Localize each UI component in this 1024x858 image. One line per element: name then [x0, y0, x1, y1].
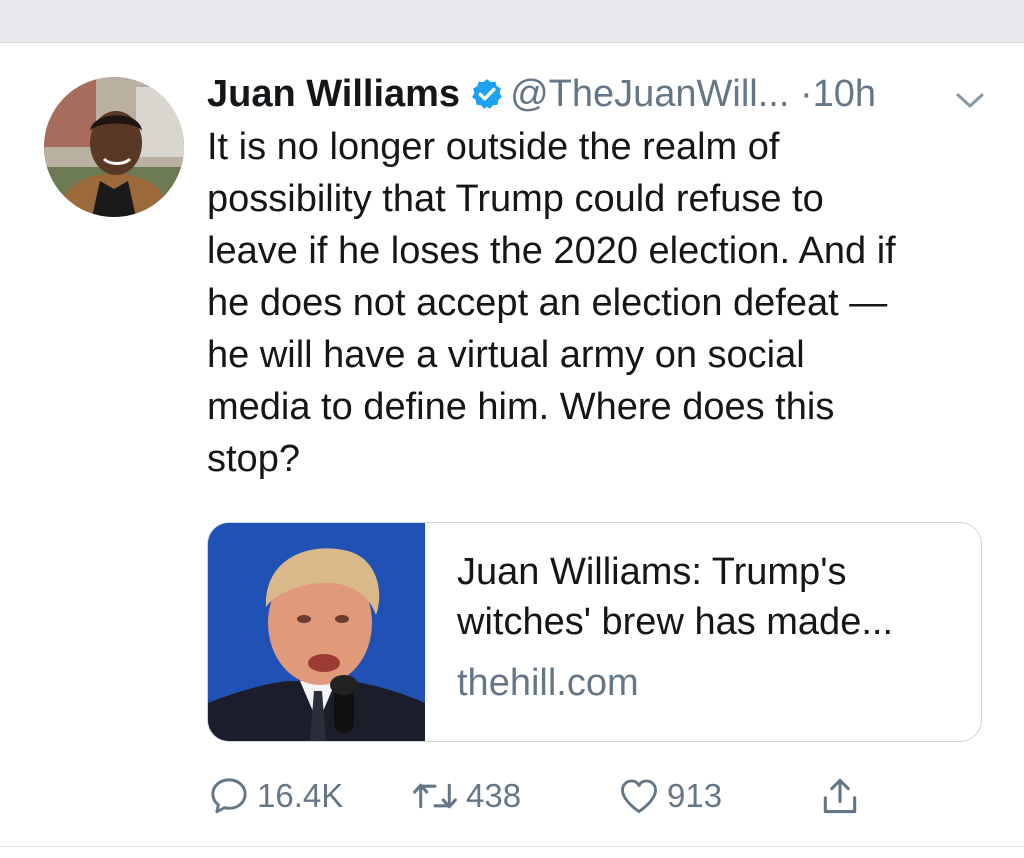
link-preview-title: Juan Williams: Trump's witches' brew has…	[457, 551, 893, 643]
tweet-text: It is no longer outside the realm of pos…	[207, 126, 896, 480]
author-name[interactable]: Juan Williams	[207, 73, 460, 115]
tweet-actions: 16.4K 438 913	[0, 768, 1024, 824]
divider	[0, 846, 1024, 847]
tweet[interactable]: Juan Williams @TheJuanWill... ·10h It is…	[0, 43, 1024, 848]
like-button[interactable]: 913	[617, 768, 722, 824]
link-preview-card[interactable]: Juan Williams: Trump's witches' brew has…	[207, 522, 982, 742]
top-bar	[0, 0, 1024, 43]
heart-icon	[621, 779, 657, 814]
link-preview-domain: thehill.com	[457, 662, 639, 704]
link-preview-image	[208, 523, 425, 741]
retweet-button[interactable]: 438	[410, 768, 521, 824]
tweet-screen: Juan Williams @TheJuanWill... ·10h It is…	[0, 0, 1024, 858]
reply-count: 16.4K	[257, 777, 344, 814]
retweet-count: 438	[466, 777, 522, 814]
author-handle[interactable]: @TheJuanWill...	[510, 73, 789, 115]
separator-dot: ·	[799, 73, 813, 115]
tweet-timestamp[interactable]: 10h	[813, 73, 876, 115]
tweet-header: Juan Williams @TheJuanWill... ·10h	[207, 71, 997, 117]
like-count: 913	[667, 777, 723, 814]
retweet-icon	[413, 783, 457, 809]
share-button[interactable]	[818, 768, 862, 824]
share-icon	[823, 778, 857, 814]
avatar-image	[44, 77, 184, 217]
reply-button[interactable]: 16.4K	[207, 768, 343, 824]
chevron-down-icon[interactable]	[950, 89, 990, 113]
verified-badge-icon	[472, 79, 502, 109]
avatar[interactable]	[44, 77, 184, 217]
reply-bubble-icon	[211, 778, 247, 814]
